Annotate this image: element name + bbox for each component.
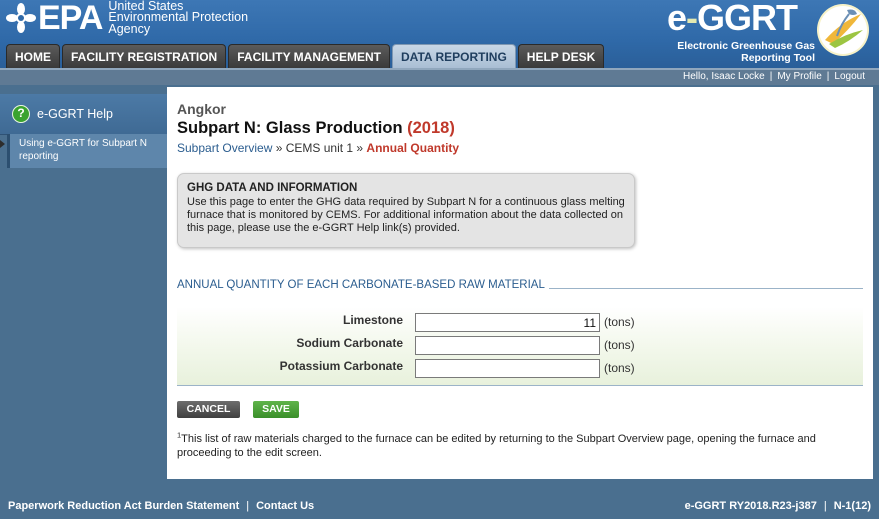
potassium-carbonate-quantity-input[interactable] [415, 359, 600, 378]
logout-link[interactable]: Logout [834, 71, 865, 82]
footnote: 1This list of raw materials charged to t… [177, 431, 867, 460]
breadcrumb-subpart-overview[interactable]: Subpart Overview [177, 141, 272, 155]
user-links: Hello, Isaac Locke | My Profile | Logout [683, 71, 865, 82]
eggrt-wordmark: e-GGRT [666, 0, 798, 38]
save-button[interactable]: SAVE [253, 401, 299, 418]
ghg-info-box: GHG DATA AND INFORMATION Use this page t… [177, 173, 635, 248]
epa-flower-icon [6, 3, 36, 33]
version-text: e-GGRT RY2018.R23-j387 [684, 500, 817, 512]
sidebar-item-subpart-n-help[interactable]: Using e-GGRT for Subpart N reporting [7, 134, 167, 168]
eggrt-tagline: Electronic Greenhouse Gas Reporting Tool [677, 40, 815, 64]
main-content: Angkor Subpart N: Glass Production (2018… [167, 87, 873, 479]
epa-logo[interactable]: EPA United States Environmental Protecti… [6, 0, 248, 36]
epa-wordmark: EPA [38, 0, 103, 37]
page-code: N-1(12) [833, 500, 871, 512]
quantity-label: Potassium Carbonate [279, 359, 403, 373]
contact-link[interactable]: Contact Us [256, 500, 314, 512]
eggrt-brand: e-GGRT Electronic Greenhouse Gas Reporti… [661, 0, 871, 66]
sidebar-help-header[interactable]: ? e-GGRT Help [0, 94, 167, 135]
quantity-label: Sodium Carbonate [296, 336, 403, 350]
quantity-label: Limestone [342, 313, 403, 327]
quantity-unit: (tons) [604, 315, 635, 329]
section-title: ANNUAL QUANTITY OF EACH CARBONATE-BASED … [177, 279, 549, 291]
sidebar: ? e-GGRT Help Using e-GGRT for Subpart N… [0, 87, 167, 479]
quantity-row-sodium-carbonate: Sodium Carbonate (tons) [177, 330, 863, 355]
my-profile-link[interactable]: My Profile [777, 71, 821, 82]
sidebar-help-label: e-GGRT Help [37, 107, 113, 121]
section-divider [543, 288, 863, 289]
cancel-button[interactable]: CANCEL [177, 401, 240, 418]
quantity-row-potassium-carbonate: Potassium Carbonate (tons) [177, 353, 863, 378]
tab-help-desk[interactable]: HELP DESK [517, 44, 605, 68]
tab-facility-registration[interactable]: FACILITY REGISTRATION [62, 44, 227, 68]
tab-home[interactable]: HOME [6, 44, 60, 68]
eggrt-bird-logo-icon [817, 4, 869, 56]
tab-facility-management[interactable]: FACILITY MANAGEMENT [228, 44, 391, 68]
breadcrumb-unit: CEMS unit 1 [285, 141, 354, 155]
main-nav: HOME FACILITY REGISTRATION FACILITY MANA… [6, 44, 605, 68]
reporting-year: (2018) [407, 119, 455, 137]
breadcrumb-current: Annual Quantity [366, 141, 460, 155]
page-title: Subpart N: Glass Production (2018) [177, 119, 455, 137]
quantity-unit: (tons) [604, 338, 635, 352]
site-header: EPA United States Environmental Protecti… [0, 0, 879, 68]
quantity-row-limestone: Limestone (tons) [177, 307, 863, 332]
tab-data-reporting[interactable]: DATA REPORTING [392, 44, 516, 68]
info-text: Use this page to enter the GHG data requ… [187, 196, 625, 234]
footnote-text: This list of raw materials charged to th… [177, 433, 816, 459]
sidebar-arrow-icon [0, 140, 5, 148]
breadcrumb: Subpart Overview » CEMS unit 1 » Annual … [177, 141, 460, 155]
user-bar: Hello, Isaac Locke | My Profile | Logout [0, 68, 879, 85]
info-heading: GHG DATA AND INFORMATION [187, 182, 358, 194]
facility-name: Angkor [177, 101, 226, 117]
epa-agency-name: United States Environmental Protection A… [108, 0, 249, 36]
user-greeting: Hello, Isaac Locke [683, 71, 765, 82]
paperwork-link[interactable]: Paperwork Reduction Act Burden Statement [8, 500, 239, 512]
help-question-icon: ? [12, 105, 30, 123]
site-footer: Paperwork Reduction Act Burden Statement… [0, 493, 879, 519]
quantity-unit: (tons) [604, 361, 635, 375]
quantity-table: Limestone (tons) Sodium Carbonate (tons)… [177, 307, 863, 386]
